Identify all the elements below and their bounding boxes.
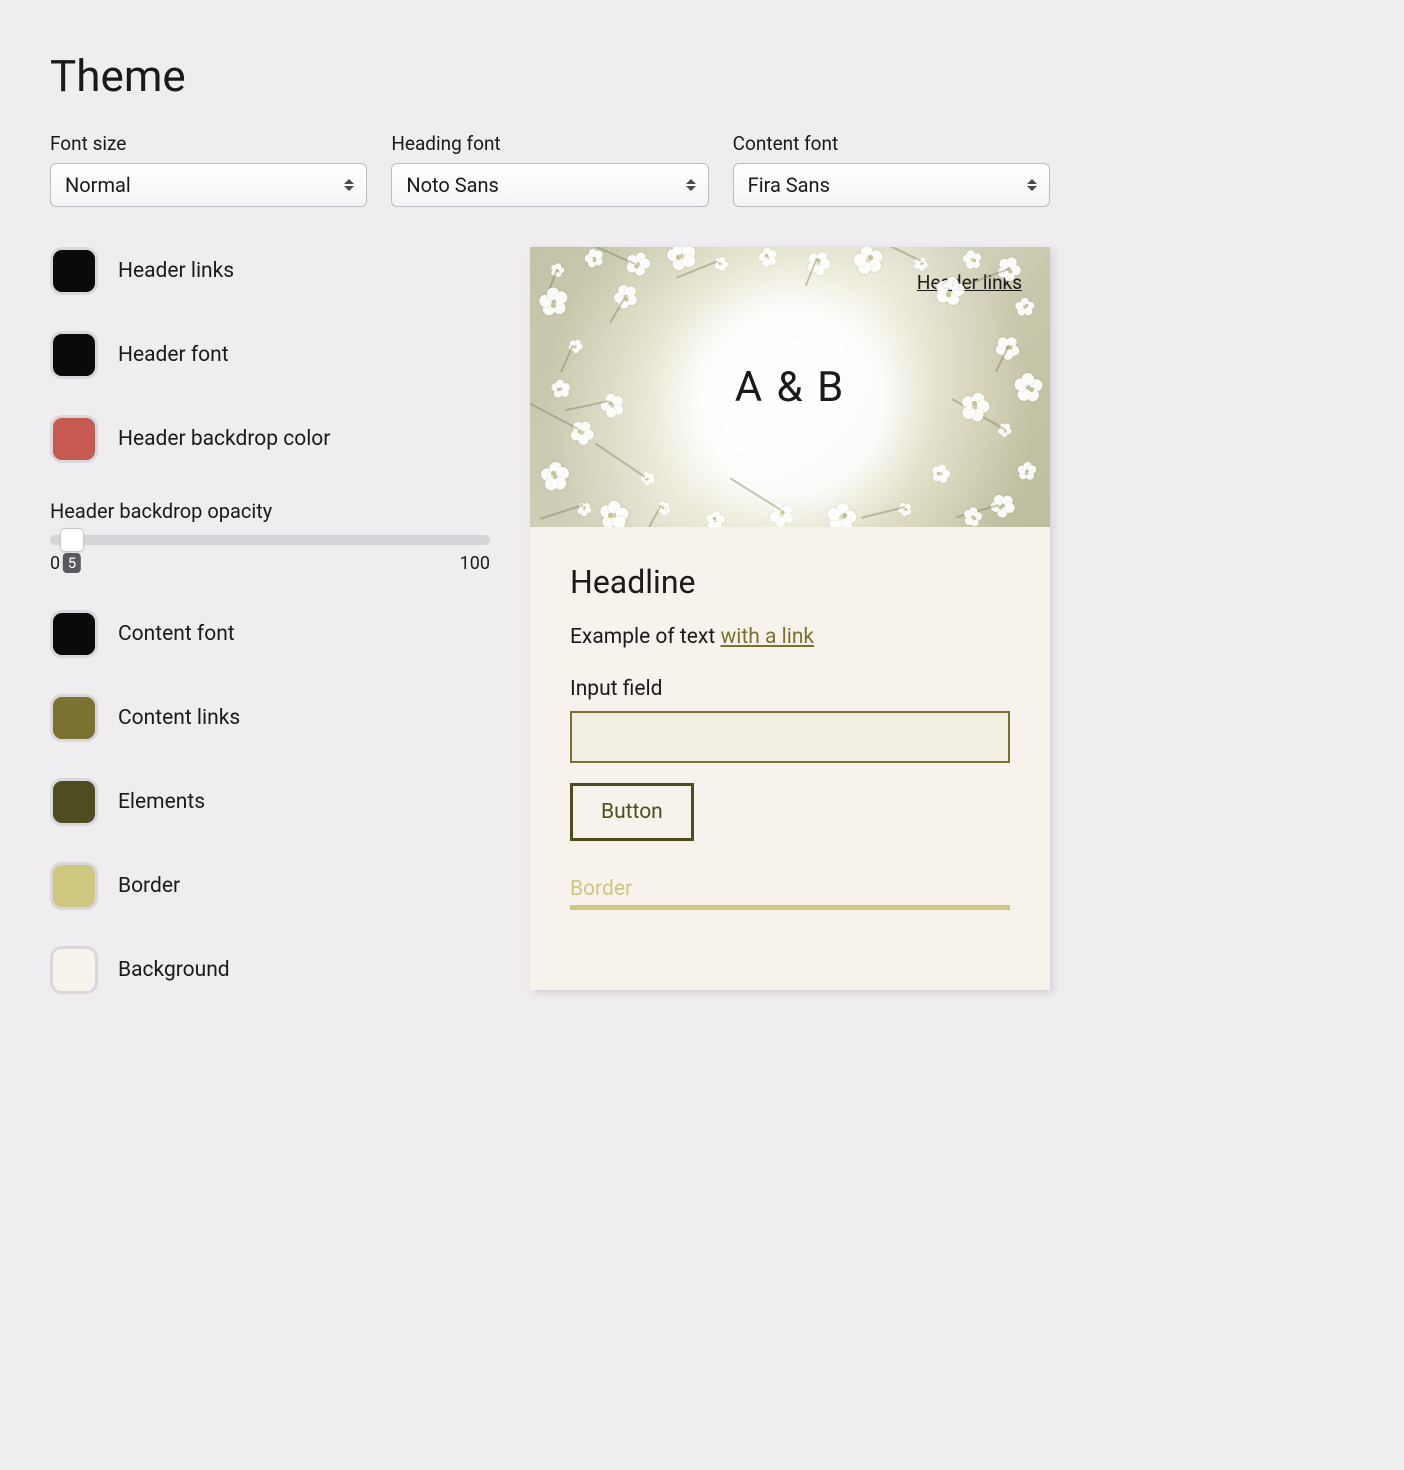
preview-text: Example of text with a link	[570, 625, 1010, 649]
elements-label: Elements	[118, 790, 205, 814]
select-arrows-icon	[344, 179, 354, 191]
preview-header: Header links A & B	[530, 247, 1050, 527]
border-swatch[interactable]	[50, 862, 98, 910]
header-links-swatch[interactable]	[50, 247, 98, 295]
elements-swatch[interactable]	[50, 778, 98, 826]
header-backdrop-label: Header backdrop color	[118, 427, 330, 451]
slider-thumb[interactable]	[60, 528, 84, 552]
preview-button[interactable]: Button	[570, 783, 694, 841]
preview-input-label: Input field	[570, 677, 1010, 701]
select-arrows-icon	[1027, 179, 1037, 191]
header-font-label: Header font	[118, 343, 229, 367]
content-font-label: Content font	[733, 132, 1050, 155]
preview-input[interactable]	[570, 711, 1010, 763]
preview-link[interactable]: with a link	[720, 625, 814, 649]
background-swatch[interactable]	[50, 946, 98, 994]
header-links-label: Header links	[118, 259, 234, 283]
heading-font-value: Noto Sans	[406, 173, 499, 197]
preview-text-prefix: Example of text	[570, 625, 720, 649]
preview-title: A & B	[735, 363, 846, 412]
color-controls: Header links Header font Header backdrop…	[50, 247, 490, 1030]
content-links-label: Content links	[118, 706, 240, 730]
preview-card: Header links A & B Headline Example of t…	[530, 247, 1050, 990]
header-font-swatch[interactable]	[50, 331, 98, 379]
border-label: Border	[118, 874, 180, 898]
page-title: Theme	[50, 50, 1050, 102]
font-size-label: Font size	[50, 132, 367, 155]
opacity-min: 0	[50, 553, 60, 574]
preview-border-line	[570, 905, 1010, 910]
content-font-swatch[interactable]	[50, 610, 98, 658]
opacity-max: 100	[460, 553, 490, 574]
font-size-select[interactable]: Normal	[50, 163, 367, 207]
font-size-value: Normal	[65, 173, 131, 197]
content-font-select[interactable]: Fira Sans	[733, 163, 1050, 207]
opacity-value-badge: 5	[63, 553, 81, 573]
opacity-label: Header backdrop opacity	[50, 499, 490, 523]
opacity-slider[interactable]	[50, 535, 490, 545]
heading-font-label: Heading font	[391, 132, 708, 155]
heading-font-select[interactable]: Noto Sans	[391, 163, 708, 207]
content-font-value: Fira Sans	[748, 173, 830, 197]
content-links-swatch[interactable]	[50, 694, 98, 742]
preview-border-label: Border	[570, 877, 1010, 901]
background-label: Background	[118, 958, 230, 982]
preview-headline: Headline	[570, 563, 1010, 601]
content-font-color-label: Content font	[118, 622, 235, 646]
select-arrows-icon	[686, 179, 696, 191]
header-backdrop-swatch[interactable]	[50, 415, 98, 463]
font-row: Font size Normal Heading font Noto Sans …	[50, 132, 1050, 207]
